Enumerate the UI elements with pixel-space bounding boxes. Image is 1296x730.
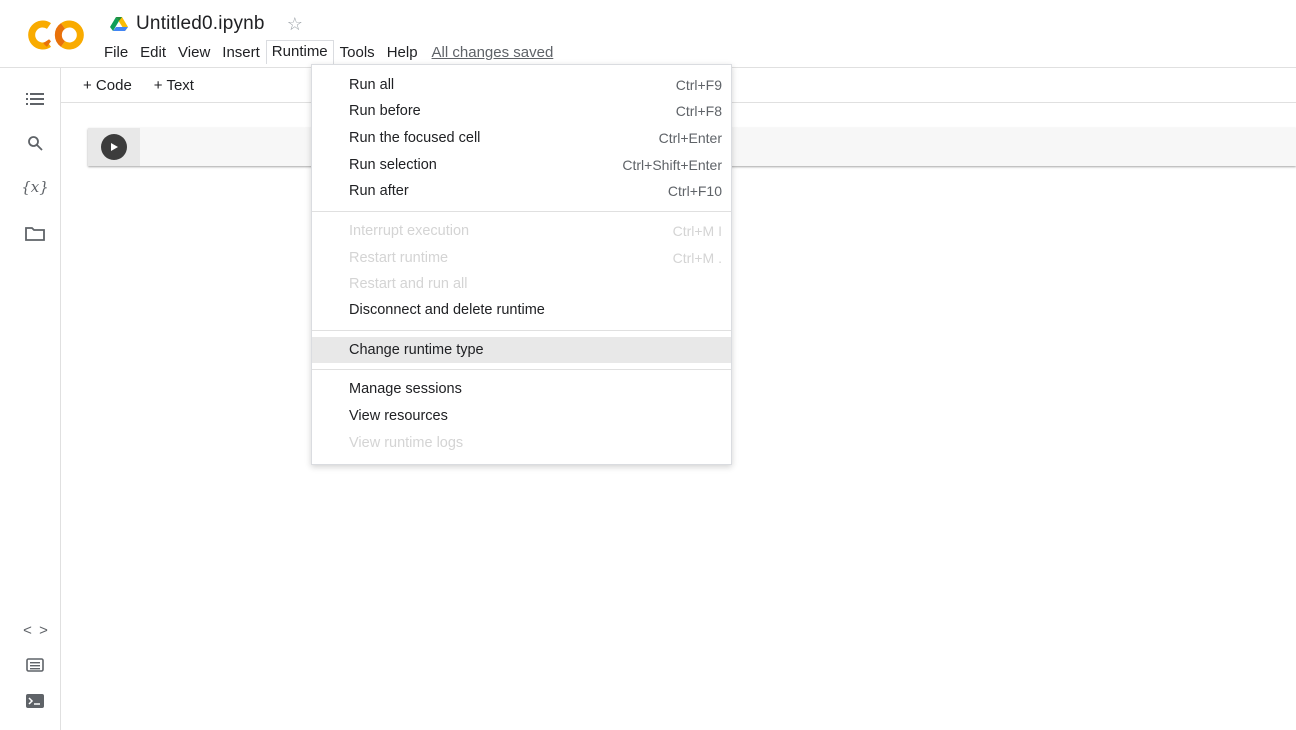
menu-item-label: Change runtime type: [349, 342, 484, 358]
menu-item-run-all[interactable]: Run all Ctrl+F9: [312, 72, 731, 98]
menu-item-label: Manage sessions: [349, 381, 462, 397]
menu-item-restart-runtime: Restart runtime Ctrl+M .: [312, 245, 731, 271]
menu-item-label: View runtime logs: [349, 435, 464, 451]
menu-item-restart-and-run-all: Restart and run all: [312, 271, 731, 297]
play-icon: [111, 143, 118, 151]
menu-item-interrupt-execution: Interrupt execution Ctrl+M I: [312, 218, 731, 244]
menu-item-run-selection[interactable]: Run selection Ctrl+Shift+Enter: [312, 152, 731, 178]
variables-icon[interactable]: {x}: [21, 176, 49, 198]
search-icon[interactable]: [22, 132, 48, 154]
menu-view[interactable]: View: [172, 41, 216, 64]
menu-file[interactable]: File: [98, 41, 134, 64]
menu-item-shortcut: Ctrl+F9: [675, 77, 722, 93]
menu-item-label: Disconnect and delete runtime: [349, 302, 545, 318]
table-of-contents-icon[interactable]: [22, 88, 48, 110]
menu-item-view-runtime-logs: View runtime logs: [312, 430, 731, 456]
menu-item-view-resources[interactable]: View resources: [312, 403, 731, 429]
run-cell-button[interactable]: [101, 134, 127, 160]
menu-edit[interactable]: Edit: [134, 41, 172, 64]
command-palette-icon[interactable]: [22, 654, 48, 676]
code-snippets-icon-label: < >: [22, 622, 48, 640]
star-icon[interactable]: ☆: [287, 15, 303, 33]
menu-item-label: Run the focused cell: [349, 130, 481, 146]
menu-item-manage-sessions[interactable]: Manage sessions: [312, 376, 731, 402]
runtime-dropdown-menu: Run all Ctrl+F9 Run before Ctrl+F8 Run t…: [311, 64, 732, 465]
files-folder-icon[interactable]: [22, 222, 48, 244]
menu-separator: [312, 330, 731, 331]
menu-item-shortcut: Ctrl+M .: [672, 250, 722, 266]
menu-tools[interactable]: Tools: [334, 41, 381, 64]
menu-item-label: Run all: [349, 77, 395, 93]
terminal-icon[interactable]: [22, 690, 48, 712]
menu-separator: [312, 211, 731, 212]
cell-gutter: [88, 128, 140, 166]
menu-item-label: Run after: [349, 183, 409, 199]
code-snippets-icon[interactable]: < >: [22, 620, 48, 642]
menu-item-disconnect-delete-runtime[interactable]: Disconnect and delete runtime: [312, 297, 731, 323]
menu-item-label: Restart and run all: [349, 276, 468, 292]
menu-item-label: Run selection: [349, 157, 437, 173]
menu-runtime[interactable]: Runtime: [265, 40, 334, 64]
menu-item-label: Interrupt execution: [349, 223, 470, 239]
menu-item-run-focused-cell[interactable]: Run the focused cell Ctrl+Enter: [312, 125, 731, 151]
menu-item-shortcut: Ctrl+F8: [675, 103, 722, 119]
add-text-cell-button[interactable]: + Text: [154, 77, 194, 94]
menu-item-shortcut: Ctrl+Enter: [658, 130, 722, 146]
colab-logo[interactable]: [28, 18, 84, 52]
menu-item-label: View resources: [349, 408, 448, 424]
menu-item-change-runtime-type[interactable]: Change runtime type: [312, 337, 731, 363]
menu-item-run-before[interactable]: Run before Ctrl+F8: [312, 98, 731, 124]
menu-help[interactable]: Help: [381, 41, 424, 64]
menu-item-label: Run before: [349, 103, 421, 119]
left-rail: {x} < >: [0, 68, 61, 730]
save-status-link[interactable]: All changes saved: [432, 44, 554, 61]
menu-item-shortcut: Ctrl+M I: [672, 223, 722, 239]
notebook-title[interactable]: Untitled0.ipynb: [136, 13, 265, 35]
google-drive-icon: [110, 17, 128, 31]
menu-item-shortcut: Ctrl+Shift+Enter: [622, 157, 722, 173]
menu-item-run-after[interactable]: Run after Ctrl+F10: [312, 178, 731, 204]
variables-icon-label: {x}: [21, 178, 49, 196]
menu-insert[interactable]: Insert: [216, 41, 266, 64]
menu-item-shortcut: Ctrl+F10: [667, 183, 722, 199]
add-code-cell-button[interactable]: + Code: [83, 77, 132, 94]
menu-separator: [312, 369, 731, 370]
menu-bar: File Edit View Insert Runtime Tools Help…: [98, 39, 553, 65]
menu-item-label: Restart runtime: [349, 250, 449, 266]
title-bar: Untitled0.ipynb ☆: [110, 12, 303, 36]
